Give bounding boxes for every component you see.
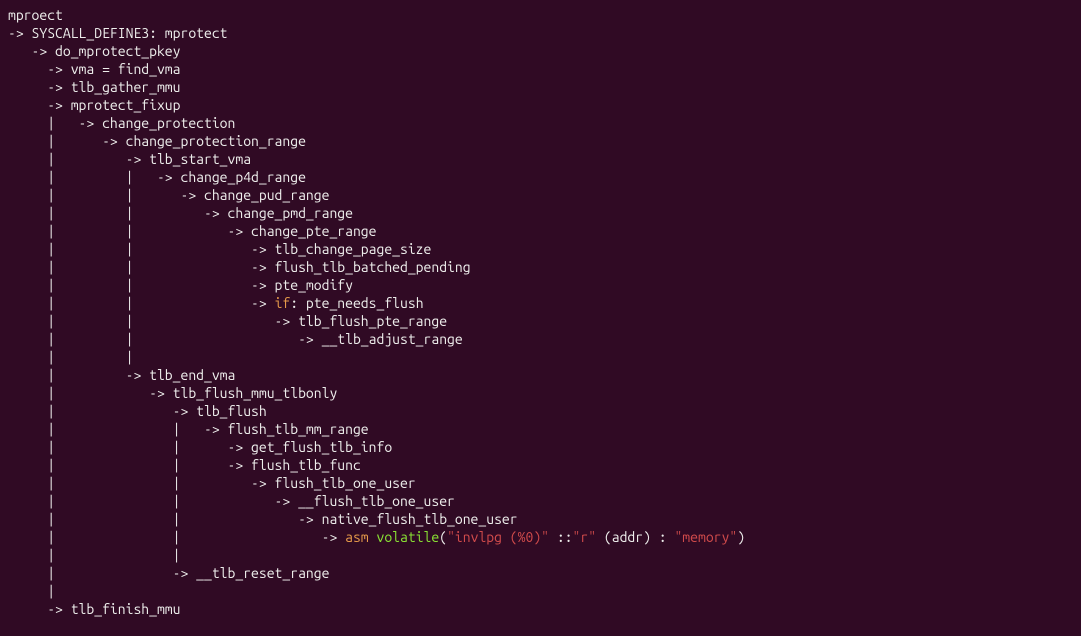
code-line: | | -> __tlb_adjust_range <box>8 331 463 347</box>
code-segment: : pte_needs_flush <box>290 295 423 311</box>
code-segment: | | -> change_p4d_range <box>8 169 306 185</box>
code-segment: | | -> pte_modify <box>8 277 353 293</box>
code-line: | | -> tlb_change_page_size <box>8 241 431 257</box>
code-segment: -> tlb_gather_mmu <box>8 79 180 95</box>
code-line: | | -> __flush_tlb_one_user <box>8 493 455 509</box>
code-line: -> tlb_gather_mmu <box>8 79 180 95</box>
code-line: | | <box>8 349 133 365</box>
code-segment: | -> tlb_flush <box>8 403 267 419</box>
code-segment: "invlpg (%0)" <box>447 529 549 545</box>
code-segment: (addr) : <box>596 529 674 545</box>
code-line: | -> tlb_start_vma <box>8 151 251 167</box>
code-segment: -> do_mprotect_pkey <box>8 43 180 59</box>
code-segment: -> tlb_finish_mmu <box>8 601 180 617</box>
code-line: | | -> change_pte_range <box>8 223 376 239</box>
code-segment: | -> __tlb_reset_range <box>8 565 329 581</box>
code-segment: "memory" <box>674 529 737 545</box>
code-line: | | -> change_pmd_range <box>8 205 353 221</box>
code-line: mproect <box>8 7 63 23</box>
code-segment: volatile <box>377 529 440 545</box>
code-line: | | -> get_flush_tlb_info <box>8 439 392 455</box>
code-segment: | | -> flush_tlb_batched_pending <box>8 259 471 275</box>
code-line: | | -> if: pte_needs_flush <box>8 295 424 311</box>
code-line: | -> __tlb_reset_range <box>8 565 329 581</box>
code-segment: | | -> <box>8 295 275 311</box>
code-segment: ( <box>439 529 447 545</box>
code-line: | | -> change_pud_range <box>8 187 329 203</box>
code-segment: | | <box>8 349 133 365</box>
code-segment: | -> tlb_flush_mmu_tlbonly <box>8 385 337 401</box>
code-line: | | -> flush_tlb_mm_range <box>8 421 369 437</box>
code-segment: | | -> tlb_change_page_size <box>8 241 431 257</box>
code-segment: asm <box>345 529 369 545</box>
code-segment: | -> tlb_start_vma <box>8 151 251 167</box>
code-segment: | -> change_protection_range <box>8 133 306 149</box>
code-segment: -> mprotect_fixup <box>8 97 180 113</box>
code-line: | -> tlb_end_vma <box>8 367 235 383</box>
code-segment: | | -> change_pud_range <box>8 187 329 203</box>
code-segment: | -> change_protection <box>8 115 235 131</box>
code-line: | | -> native_flush_tlb_one_user <box>8 511 518 527</box>
code-segment: | | -> get_flush_tlb_info <box>8 439 392 455</box>
code-segment: if <box>275 295 291 311</box>
code-segment: | -> tlb_end_vma <box>8 367 235 383</box>
code-segment: | | <box>8 547 180 563</box>
code-line: | | -> change_p4d_range <box>8 169 306 185</box>
code-line: | -> change_protection_range <box>8 133 306 149</box>
terminal-output: mproect -> SYSCALL_DEFINE3: mprotect -> … <box>0 0 1081 630</box>
code-line: -> vma = find_vma <box>8 61 180 77</box>
code-line: -> mprotect_fixup <box>8 97 180 113</box>
code-segment: | | -> tlb_flush_pte_range <box>8 313 447 329</box>
code-line: | -> tlb_flush_mmu_tlbonly <box>8 385 337 401</box>
code-segment: | | -> __flush_tlb_one_user <box>8 493 455 509</box>
code-line: | <box>8 583 55 599</box>
code-line: | | -> flush_tlb_func <box>8 457 361 473</box>
code-line: -> tlb_finish_mmu <box>8 601 180 617</box>
code-segment: | | -> flush_tlb_one_user <box>8 475 416 491</box>
code-line: -> do_mprotect_pkey <box>8 43 180 59</box>
code-segment: | | -> change_pmd_range <box>8 205 353 221</box>
code-line: | | <box>8 547 180 563</box>
code-segment <box>369 529 377 545</box>
code-segment: "r" <box>573 529 597 545</box>
code-segment: | | -> <box>8 529 345 545</box>
code-segment: | | -> change_pte_range <box>8 223 376 239</box>
code-segment: | <box>8 583 55 599</box>
code-line: | | -> tlb_flush_pte_range <box>8 313 447 329</box>
code-line: | -> change_protection <box>8 115 235 131</box>
code-segment: :: <box>549 529 573 545</box>
code-line: | | -> asm volatile("invlpg (%0)" ::"r" … <box>8 529 745 545</box>
code-line: | | -> flush_tlb_one_user <box>8 475 416 491</box>
code-line: | | -> flush_tlb_batched_pending <box>8 259 471 275</box>
code-segment: -> vma = find_vma <box>8 61 180 77</box>
code-line: | -> tlb_flush <box>8 403 267 419</box>
code-segment: mproect <box>8 7 63 23</box>
code-line: -> SYSCALL_DEFINE3: mprotect <box>8 25 228 41</box>
code-line: | | -> pte_modify <box>8 277 353 293</box>
code-segment: ) <box>737 529 745 545</box>
code-segment: | | -> flush_tlb_mm_range <box>8 421 369 437</box>
code-segment: | | -> flush_tlb_func <box>8 457 361 473</box>
code-segment: -> SYSCALL_DEFINE3: mprotect <box>8 25 228 41</box>
code-segment: | | -> __tlb_adjust_range <box>8 331 463 347</box>
code-segment: | | -> native_flush_tlb_one_user <box>8 511 518 527</box>
